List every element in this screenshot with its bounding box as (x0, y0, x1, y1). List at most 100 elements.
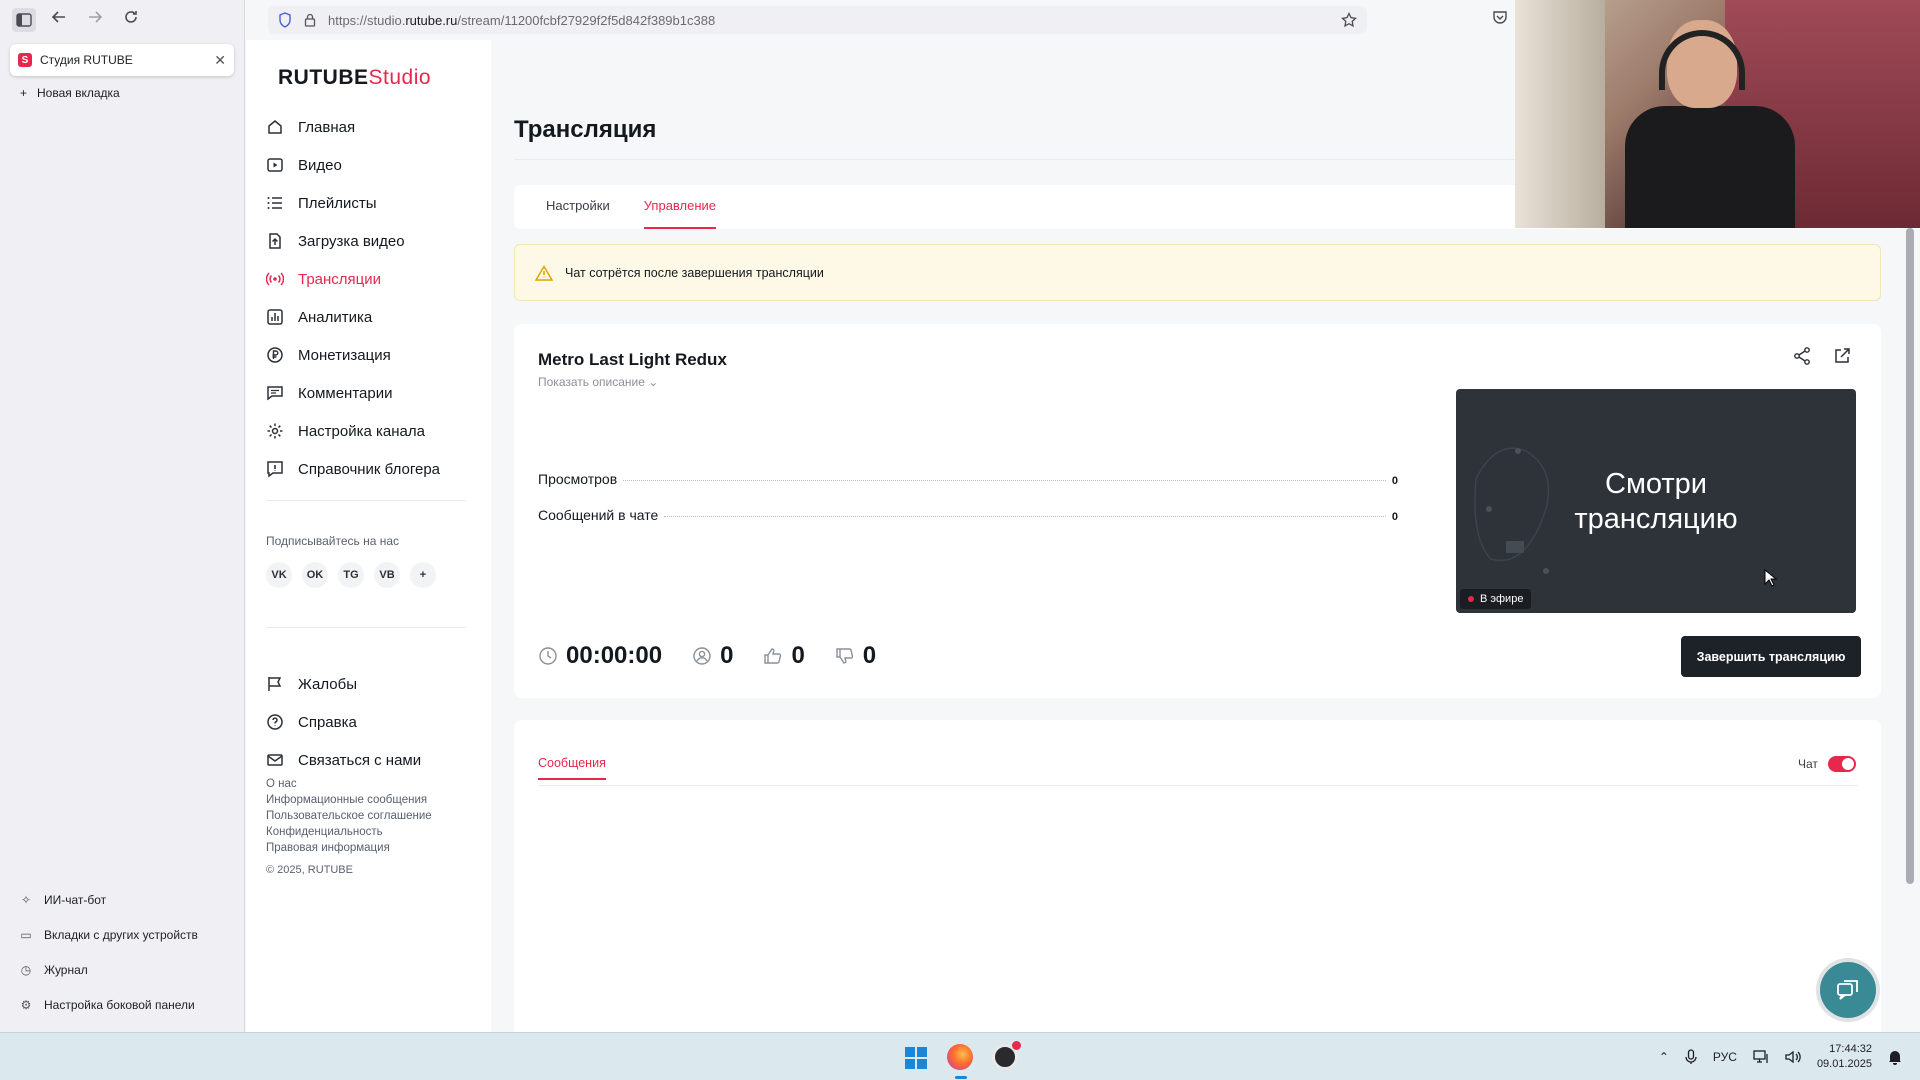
sidebar-item-label: Жалобы (298, 675, 357, 693)
footer-link-user-agreement[interactable]: Пользовательское соглашение (266, 808, 432, 824)
chevron-up-icon[interactable]: ⌃ (1659, 1050, 1669, 1064)
stat-chat-messages: Сообщений в чате 0 (538, 507, 1398, 523)
sidebar-item-playlists[interactable]: Плейлисты (266, 184, 466, 222)
footer-link-about[interactable]: О нас (266, 776, 432, 792)
back-icon[interactable] (50, 8, 68, 26)
system-tray: ⌃ РУС 17:44:32 09.01.2025 (1659, 1033, 1902, 1080)
sidebar-divider (266, 500, 466, 501)
share-icon[interactable] (1792, 346, 1812, 366)
footer-link-legal[interactable]: Правовая информация (266, 840, 432, 856)
sidebar-item-label: Связаться с нами (298, 751, 422, 769)
stream-dislikes: 0 (835, 642, 876, 670)
sidebar-item-blogger-guide[interactable]: Справочник блогера (266, 450, 466, 488)
more-socials-icon[interactable]: + (410, 562, 436, 588)
upload-icon (266, 232, 284, 250)
warning-text: Чат сотрётся после завершения трансляции (565, 265, 824, 280)
forward-icon[interactable] (86, 8, 104, 26)
tab-management[interactable]: Управление (643, 185, 717, 229)
broadcast-icon (266, 270, 284, 288)
chat-switch[interactable] (1827, 756, 1856, 772)
sidebar-settings-item[interactable]: ⚙ Настройка боковой панели (18, 987, 198, 1022)
tab-settings[interactable]: Настройки (546, 185, 610, 229)
footer-link-info-messages[interactable]: Информационные сообщения (266, 792, 432, 808)
taskbar-clock[interactable]: 17:44:32 09.01.2025 (1817, 1042, 1872, 1072)
sidebar-item-upload[interactable]: Загрузка видео (266, 222, 466, 260)
show-description-toggle[interactable]: Показать описание ⌄ (538, 375, 658, 389)
telegram-icon[interactable]: TG (338, 562, 364, 588)
sidebar-item-streams[interactable]: Трансляции (266, 260, 466, 298)
close-tab-icon[interactable]: ✕ (214, 52, 226, 69)
pocket-icon[interactable] (1492, 9, 1508, 25)
chat-panel: Сообщения Чат (514, 720, 1881, 1032)
stream-card: Metro Last Light Redux Показать описание… (514, 324, 1881, 698)
subscribe-label: Подписывайтесь на нас (266, 534, 400, 548)
browser-tab-title: Студия RUTUBE (40, 53, 133, 67)
ai-chatbot-item[interactable]: ✧ ИИ-чат-бот (18, 882, 198, 917)
synced-tabs-item[interactable]: ▭ Вкладки с других устройств (18, 917, 198, 952)
dislikes-value: 0 (862, 642, 877, 669)
sidebar-item-channel-settings[interactable]: Настройка канала (266, 412, 466, 450)
notification-bell-icon[interactable] (1888, 1049, 1902, 1065)
thumbs-up-icon (763, 646, 783, 666)
chat-divider (538, 785, 1858, 786)
sidebar-item-label: Настройка канала (298, 422, 425, 440)
secondary-menu: Жалобы Справка Связаться с нами (266, 665, 466, 779)
url-domain: rutube.ru (405, 12, 458, 28)
sidebar-toggle-icon[interactable] (12, 8, 36, 32)
sidebar-item-label: Главная (298, 118, 356, 136)
sidebar-item-label: Видео (298, 156, 342, 174)
sidebar-item-contact[interactable]: Связаться с нами (266, 741, 466, 779)
new-tab-button[interactable]: + Новая вкладка (20, 86, 244, 100)
volume-icon[interactable] (1785, 1050, 1801, 1064)
sidebar-item-home[interactable]: Главная (266, 108, 466, 146)
sidebar-item-analytics[interactable]: Аналитика (266, 298, 466, 336)
sidebar-item-comments[interactable]: Комментарии (266, 374, 466, 412)
language-indicator[interactable]: РУС (1713, 1050, 1737, 1064)
page-title: Трансляция (514, 116, 657, 143)
page-scrollbar[interactable] (1906, 228, 1914, 884)
firefox-icon[interactable] (947, 1044, 973, 1079)
bookmark-star-icon[interactable] (1341, 12, 1357, 28)
history-item[interactable]: ◷ Журнал (18, 952, 198, 987)
end-stream-button[interactable]: Завершить трансляцию (1681, 636, 1861, 677)
browser-tab-active[interactable]: S Студия RUTUBE ✕ (10, 44, 234, 76)
live-label: В эфире (1480, 593, 1524, 605)
microphone-icon[interactable] (1685, 1049, 1697, 1065)
webcam-overlay (1515, 0, 1920, 228)
sidebar-item-video[interactable]: Видео (266, 146, 466, 184)
list-icon (266, 194, 284, 212)
obs-icon[interactable] (992, 1041, 1021, 1070)
chat-toggle[interactable]: Чат (1798, 756, 1856, 772)
shield-icon[interactable] (278, 12, 292, 28)
footer-links: О нас Информационные сообщения Пользоват… (266, 776, 432, 856)
windows-start-icon[interactable] (905, 1047, 927, 1069)
live-badge: В эфире (1460, 589, 1532, 609)
studio-sidebar: RUTUBEStudio Главная Видео Плейлисты Заг… (246, 40, 491, 1032)
footer-link-privacy[interactable]: Конфиденциальность (266, 824, 432, 840)
viber-icon[interactable]: VB (374, 562, 400, 588)
sidebar-item-complaints[interactable]: Жалобы (266, 665, 466, 703)
live-dot-icon (1468, 596, 1474, 602)
support-chat-icon (1837, 980, 1858, 1000)
preview-text: Смотри трансляцию (1456, 467, 1856, 537)
network-icon[interactable] (1753, 1050, 1769, 1064)
chat-toggle-label: Чат (1798, 757, 1818, 771)
synced-tabs-label: Вкладки с других устройств (44, 927, 198, 942)
sidebar-divider (266, 627, 466, 628)
show-description-label: Показать описание (538, 375, 645, 389)
url-bar[interactable]: https://studio.rutube.ru/stream/11200fcb… (268, 6, 1367, 34)
rutube-studio-logo[interactable]: RUTUBEStudio (278, 66, 431, 90)
stream-preview[interactable]: Смотри трансляцию В эфире (1456, 389, 1856, 613)
main-menu: Главная Видео Плейлисты Загрузка видео Т… (266, 108, 466, 488)
sidebar-item-help[interactable]: Справка (266, 703, 466, 741)
vk-icon[interactable]: VK (266, 562, 292, 588)
chat-warning-banner: Чат сотрётся после завершения трансляции (514, 244, 1881, 301)
tab-messages[interactable]: Сообщения (538, 756, 606, 780)
sidebar-item-monetization[interactable]: Монетизация (266, 336, 466, 374)
stat-label: Просмотров (538, 471, 618, 487)
open-external-icon[interactable] (1832, 346, 1852, 366)
video-icon (266, 156, 284, 174)
ok-icon[interactable]: OK (302, 562, 328, 588)
support-chat-button[interactable] (1820, 962, 1876, 1018)
reload-icon[interactable] (122, 8, 140, 26)
